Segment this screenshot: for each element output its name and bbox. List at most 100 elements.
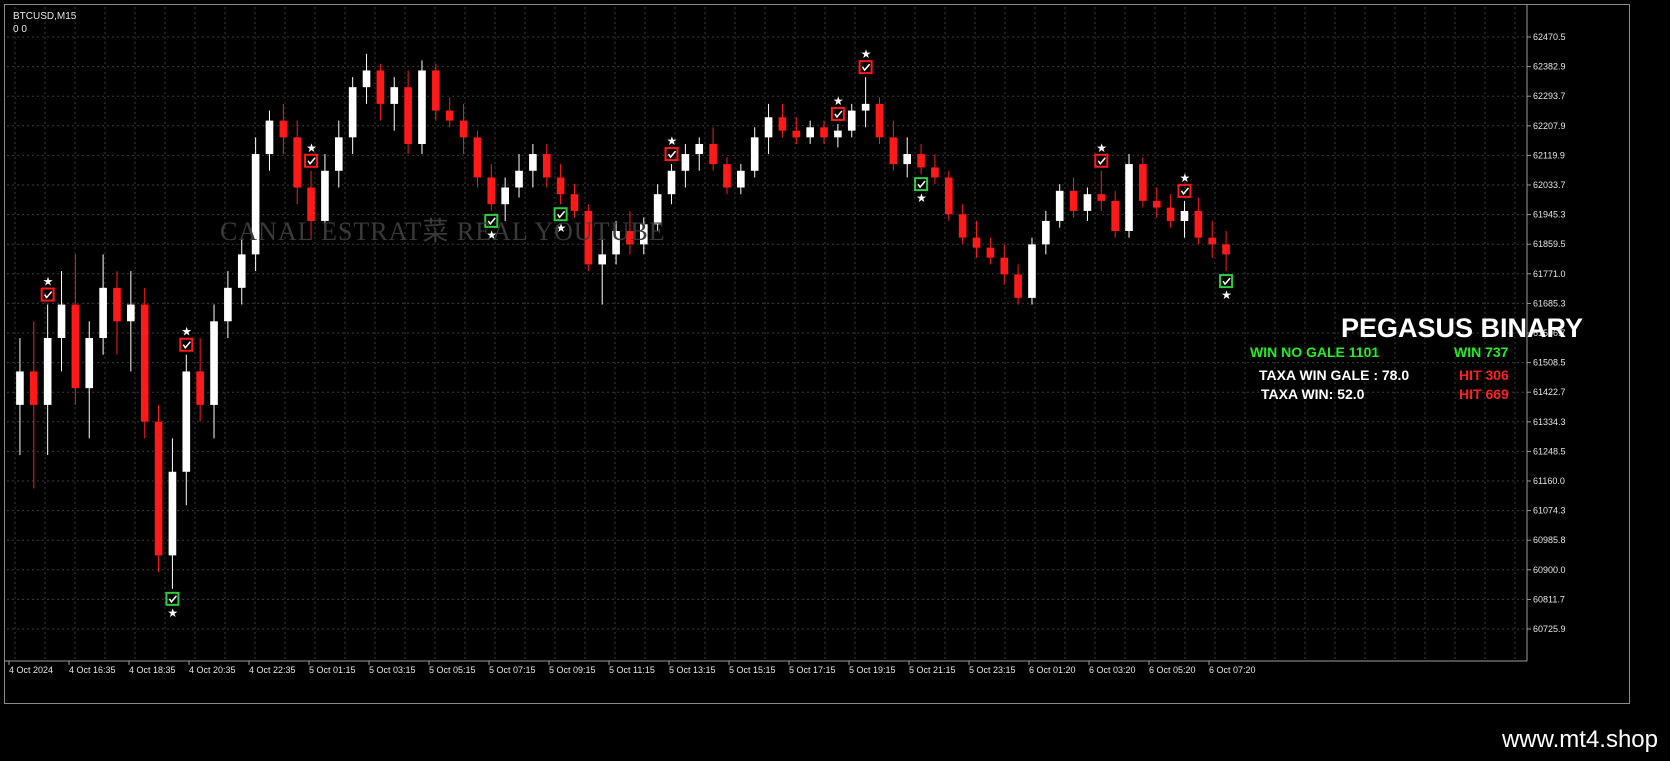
- signal-check-icon: [917, 180, 926, 189]
- candle-body: [99, 287, 107, 338]
- footer-bar: [0, 706, 1670, 761]
- candle-body: [182, 371, 191, 472]
- candle-body: [709, 144, 717, 165]
- signal-star-icon: ★: [667, 134, 678, 148]
- price-tick-label: 60900.0: [1533, 565, 1566, 575]
- signal-star-icon: ★: [1179, 171, 1190, 185]
- candle-body: [1139, 164, 1147, 201]
- candle-body: [154, 421, 163, 556]
- time-tick-label: 5 Oct 23:15: [969, 665, 1016, 675]
- candle-body: [293, 137, 302, 188]
- signal-box-icon: [1094, 153, 1109, 168]
- time-tick-label: 6 Oct 01:20: [1029, 665, 1076, 675]
- candle-body: [1014, 274, 1022, 298]
- signal-box-icon: [304, 153, 319, 168]
- candle-body: [127, 304, 135, 322]
- candle-body: [1152, 200, 1161, 208]
- candle-body: [1208, 237, 1217, 245]
- candle-body: [861, 103, 870, 111]
- win-stat: WIN 737: [1454, 344, 1509, 360]
- symbol-sub-label: 0 0: [13, 24, 27, 35]
- candle-body: [958, 214, 967, 238]
- time-tick-label: 5 Oct 07:15: [489, 665, 536, 675]
- price-tick-label: 61334.3: [1533, 417, 1566, 427]
- signal-box-icon: [664, 147, 679, 162]
- candle-body: [390, 87, 399, 104]
- candle-body: [432, 70, 440, 111]
- candle-body: [265, 120, 274, 155]
- signal-box-icon: [1219, 274, 1234, 289]
- candle-body: [570, 194, 579, 211]
- signal-check-icon: [834, 110, 843, 119]
- signal-check-icon: [1222, 277, 1231, 286]
- time-tick-label: 5 Oct 19:15: [849, 665, 896, 675]
- price-tick-label: 62033.7: [1533, 180, 1566, 190]
- price-tick-label: 61945.3: [1533, 210, 1566, 220]
- candle-body: [501, 187, 509, 205]
- time-tick-label: 5 Oct 17:15: [789, 665, 836, 675]
- candle-body: [903, 154, 912, 165]
- price-tick-label: 61422.7: [1533, 387, 1566, 397]
- candle-body: [57, 304, 66, 338]
- time-tick-label: 5 Oct 21:15: [909, 665, 956, 675]
- time-tick-label: 5 Oct 01:15: [309, 665, 356, 675]
- signal-box-icon: [40, 287, 55, 302]
- candle-body: [473, 137, 482, 178]
- candle-body: [944, 177, 953, 215]
- candle-body: [1055, 190, 1064, 221]
- hit-stat-2: HIT 669: [1459, 386, 1509, 402]
- price-tick-label: 61248.5: [1533, 446, 1566, 456]
- candle-body: [487, 177, 496, 205]
- candle-body: [29, 371, 38, 405]
- time-tick-label: 5 Oct 03:15: [369, 665, 416, 675]
- candle-body: [237, 254, 246, 288]
- candle-body: [1166, 207, 1175, 221]
- candle-body: [196, 371, 204, 405]
- candle-body: [210, 321, 218, 405]
- candle-body: [806, 127, 814, 138]
- site-url: www.mt4.shop: [1501, 726, 1658, 753]
- signal-star-icon: ★: [1221, 288, 1232, 302]
- candle-body: [1097, 194, 1106, 201]
- candle-body: [847, 110, 856, 131]
- candle-body: [224, 287, 232, 322]
- signal-check-icon: [44, 291, 53, 299]
- candle-body: [1125, 164, 1133, 231]
- candle-body: [1180, 210, 1189, 221]
- candle-body: [972, 237, 981, 248]
- candle-body: [750, 137, 759, 171]
- candle-body: [737, 170, 745, 188]
- signal-box-icon: [179, 337, 194, 352]
- price-tick-label: 60725.9: [1533, 624, 1566, 634]
- signal-star-icon: ★: [181, 325, 192, 339]
- candle-body: [376, 70, 385, 104]
- signal-star-icon: ★: [1096, 141, 1107, 155]
- candle-body: [362, 70, 371, 88]
- candle-body: [43, 338, 52, 405]
- signal-star-icon: ★: [167, 606, 178, 620]
- candle-body: [542, 154, 551, 178]
- candle-body: [404, 87, 412, 145]
- price-tick-label: 60811.7: [1533, 594, 1565, 604]
- time-tick-label: 5 Oct 11:15: [609, 665, 655, 675]
- candle-body: [1222, 244, 1230, 255]
- chart-window[interactable]: 62470.5 62382.9 62293.7 62207.9 62119.9 62033…: [4, 4, 1630, 704]
- signal-check-icon: [307, 157, 316, 166]
- time-tick-label: 5 Oct 09:15: [549, 665, 596, 675]
- candle-body: [113, 287, 121, 322]
- candle-body: [1028, 244, 1036, 298]
- time-tick-label: 5 Oct 05:15: [429, 665, 476, 675]
- hit-stat-1: HIT 306: [1459, 367, 1509, 383]
- signal-box-icon: [1177, 183, 1192, 198]
- candle-body: [598, 254, 607, 265]
- signal-check-icon: [182, 341, 191, 349]
- candle-body: [1194, 210, 1203, 238]
- candlestick-chart[interactable]: 62470.5 62382.9 62293.7 62207.9 62119.9 62033…: [5, 5, 1631, 705]
- candle-body: [529, 154, 537, 171]
- time-tick-label: 6 Oct 07:20: [1209, 665, 1256, 675]
- symbol-label: BTCUSD,M15: [13, 11, 77, 22]
- candle-body: [556, 177, 565, 195]
- signal-box-icon: [165, 591, 180, 606]
- candle-body: [168, 471, 177, 556]
- candle-body: [764, 117, 773, 138]
